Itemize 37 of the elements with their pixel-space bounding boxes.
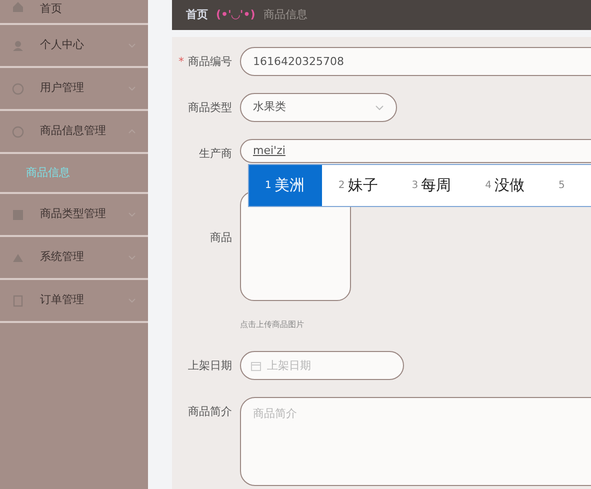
sidebar-item[interactable]: 个人中心 xyxy=(0,25,148,68)
triangle-icon xyxy=(12,252,24,264)
ime-candidate[interactable]: 2 妹子 xyxy=(322,165,396,206)
chevron-icon xyxy=(375,104,384,110)
select-field[interactable]: 水果类 xyxy=(240,93,397,122)
circle-icon xyxy=(12,126,24,138)
field-label: 商品简介 xyxy=(188,405,232,418)
field-label: 商品编号 xyxy=(188,55,232,68)
calendar-icon xyxy=(251,361,261,371)
document-icon xyxy=(12,294,24,306)
ime-candidate[interactable]: 4 没做 xyxy=(469,165,542,206)
upload-hint: 点击上传商品图片 xyxy=(240,319,305,331)
user-icon xyxy=(12,40,24,52)
text-field[interactable]: mei'zi xyxy=(240,139,591,163)
sidebar-item[interactable]: 系统管理 xyxy=(0,237,148,280)
home-icon xyxy=(12,1,24,13)
sidebar-item[interactable]: 首页 xyxy=(0,0,148,25)
sidebar-item[interactable]: 用户管理 xyxy=(0,68,148,111)
sidebar-item[interactable]: 商品信息管理 xyxy=(0,111,148,154)
ime-candidate[interactable]: 3 每周 xyxy=(396,165,470,206)
ime-candidate[interactable]: 1 美洲 xyxy=(249,165,322,206)
field-label: 生产商 xyxy=(199,147,232,160)
breadcrumb-separator: (•'◡'•) xyxy=(216,6,256,23)
square-icon xyxy=(12,208,24,220)
text-field[interactable]: 1616420325708 xyxy=(240,47,591,76)
sidebar-item[interactable]: 订单管理 xyxy=(0,280,148,323)
field-label: 商品 xyxy=(210,231,232,244)
circle-icon xyxy=(12,82,24,94)
ime-candidate[interactable]: 5 xyxy=(542,165,583,206)
breadcrumb-current: 商品信息 xyxy=(263,6,308,23)
required-mark: * xyxy=(178,55,184,68)
field-label: 上架日期 xyxy=(188,359,232,372)
textarea-field[interactable]: 商品简介 xyxy=(240,397,591,486)
breadcrumb-link[interactable]: 首页 xyxy=(186,6,208,24)
date-field[interactable]: 上架日期 xyxy=(240,351,404,380)
sidebar-item[interactable]: 商品类型管理 xyxy=(0,194,148,237)
field-label: 商品类型 xyxy=(188,101,232,114)
